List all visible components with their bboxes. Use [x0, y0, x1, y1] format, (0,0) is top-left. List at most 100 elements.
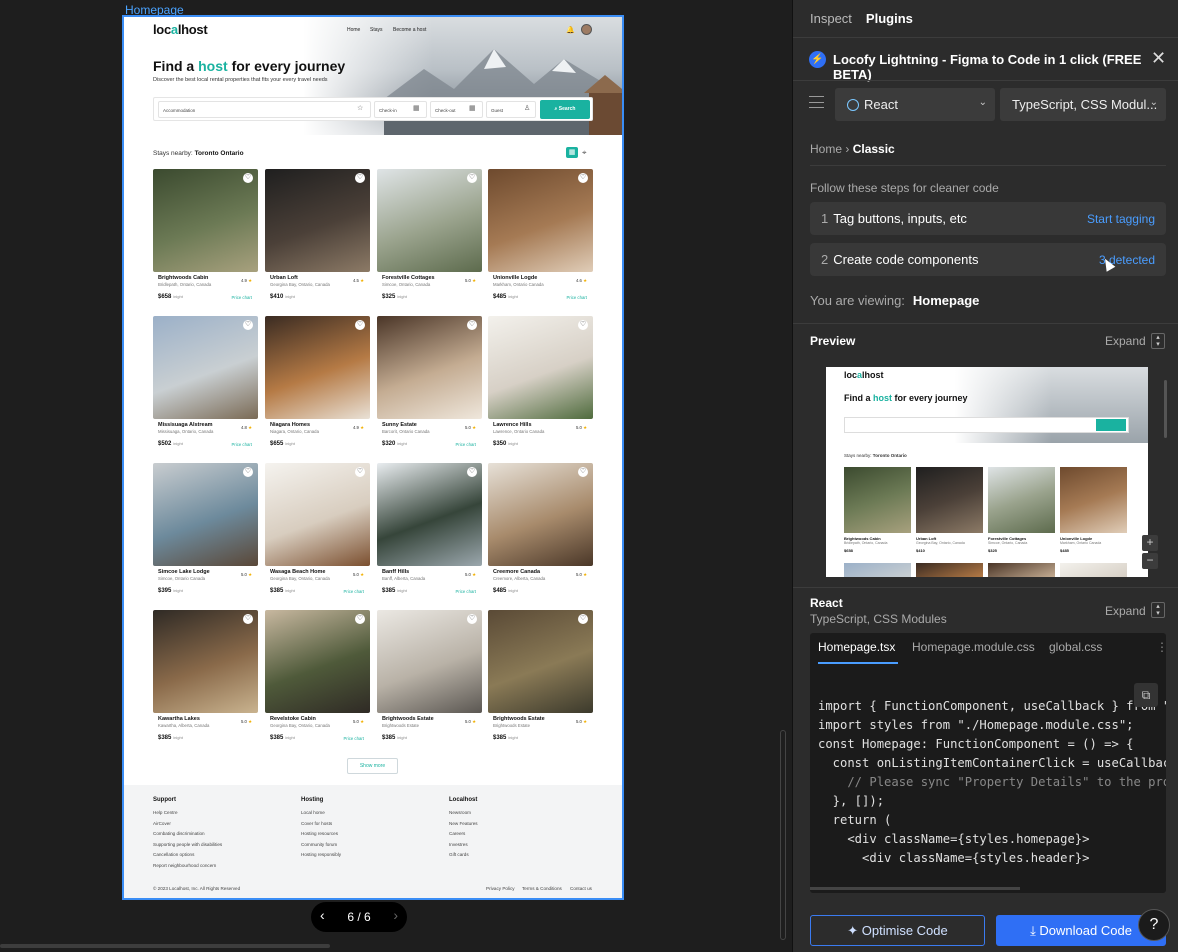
privacy-link[interactable]: Privacy Policy [486, 886, 515, 891]
price-chart-link[interactable]: Price chart [343, 736, 364, 741]
expand-code-button[interactable]: Expand [1105, 604, 1146, 618]
nav-home[interactable]: Home [347, 27, 360, 33]
next-page-icon[interactable]: › [393, 907, 398, 923]
listing-card[interactable]: ♡ Kawartha Lakes Kawartha, Alberta, Canada… [153, 610, 258, 747]
map-view-icon[interactable]: ⌖ [582, 148, 587, 158]
footer-link[interactable]: Hosting resources [301, 831, 338, 836]
homepage-frame[interactable]: localhost Home Stays Become a host 🔔 Fin… [122, 15, 624, 900]
price-chart-link[interactable]: Price chart [566, 295, 587, 300]
footer-link[interactable]: Careers [449, 831, 465, 836]
price-chart-link[interactable]: Price chart [231, 442, 252, 447]
zoom-out-icon[interactable]: − [1142, 553, 1158, 569]
tab-plugins[interactable]: Plugins [866, 11, 913, 26]
code-scrollbar[interactable] [810, 887, 1020, 890]
copy-icon[interactable]: ⧉ [1134, 683, 1158, 707]
code-tab-global-css[interactable]: global.css [1049, 640, 1102, 654]
contact-link[interactable]: Contact us [570, 886, 592, 891]
listing-card[interactable]: ♡ Urban Loft Georgina Bay, Ontario, Canada… [265, 169, 370, 306]
listing-card[interactable]: ♡ Simcoe Lake Lodge Simcoe, Ontario Canada… [153, 463, 258, 600]
footer-link[interactable]: New Features [449, 821, 478, 826]
footer-link[interactable]: Local home [301, 810, 325, 815]
heart-icon[interactable]: ♡ [467, 173, 477, 183]
price-chart-link[interactable]: Price chart [231, 295, 252, 300]
heart-icon[interactable]: ♡ [243, 467, 253, 477]
footer-link[interactable]: Newsroom [449, 810, 471, 815]
frame-label[interactable]: Homepage [125, 3, 184, 17]
heart-icon[interactable]: ♡ [355, 614, 365, 624]
heart-icon[interactable]: ♡ [578, 467, 588, 477]
site-logo[interactable]: localhost [153, 22, 208, 37]
heart-icon[interactable]: ♡ [355, 320, 365, 330]
listing-card[interactable]: ♡ Banff Hills Banff, Alberta, Canada 5.0 ★ $… [377, 463, 482, 600]
code-tab-tsx[interactable]: Homepage.tsx [818, 640, 895, 654]
close-icon[interactable]: ✕ [1151, 48, 1166, 69]
search-button[interactable]: ⌕ Search [540, 100, 590, 119]
updown-icon[interactable]: ▴ ▾ [1151, 602, 1165, 618]
tab-inspect[interactable]: Inspect [810, 11, 852, 26]
footer-link[interactable]: Cover for hosts [301, 821, 332, 826]
listing-card[interactable]: ♡ Unionville Logde Markham, Ontario Canada… [488, 169, 593, 306]
expand-preview-button[interactable]: Expand [1105, 334, 1146, 348]
terms-link[interactable]: Terms & Conditions [522, 886, 562, 891]
listing-card[interactable]: ♡ Missisuaga Alstream Missisuaga, Ontario,… [153, 316, 258, 453]
preview-thumbnail[interactable]: localhost Find a host for every journey … [826, 367, 1148, 577]
show-more-button[interactable]: Show more [347, 758, 398, 774]
bell-icon[interactable]: 🔔 [566, 26, 575, 34]
grid-view-icon[interactable]: ▦ [566, 147, 578, 158]
heart-icon[interactable]: ♡ [243, 614, 253, 624]
zoom-in-icon[interactable]: + [1142, 535, 1158, 551]
heart-icon[interactable]: ♡ [467, 467, 477, 477]
footer-link[interactable]: AirCover [153, 821, 171, 826]
footer-link[interactable]: Supporting people with disabilities [153, 842, 222, 847]
vertical-scrollbar[interactable] [780, 730, 786, 940]
footer-link[interactable]: Combating discrimination [153, 831, 205, 836]
heart-icon[interactable]: ♡ [467, 614, 477, 624]
listing-card[interactable]: ♡ Lawrence Hills Lawrence, Ontario Canada 5… [488, 316, 593, 453]
heart-icon[interactable]: ♡ [355, 173, 365, 183]
footer-link[interactable]: Report neighbourhood concern [153, 863, 216, 868]
updown-icon[interactable]: ▴ ▾ [1151, 333, 1165, 349]
language-select[interactable]: TypeScript, CSS Modul... ⌄ [1000, 88, 1166, 121]
accommodation-input[interactable]: Accommodation [158, 101, 371, 118]
more-options-icon[interactable]: ⋮ [1156, 640, 1166, 654]
framework-select[interactable]: React ⌄ [835, 88, 995, 121]
listing-card[interactable]: ♡ Brightwoods Estate Brightwoods Estate 5.0… [377, 610, 482, 747]
preview-scrollbar[interactable] [1164, 380, 1167, 438]
footer-link[interactable]: Help Centre [153, 810, 178, 815]
heart-icon[interactable]: ♡ [243, 320, 253, 330]
listing-card[interactable]: ♡ Brightwoods Cabin Bridlepath, Ontario, C… [153, 169, 258, 306]
listing-card[interactable]: ♡ Creemore Canada Creemore, Alberta, Canad… [488, 463, 593, 600]
price-chart-link[interactable]: Price chart [343, 589, 364, 594]
help-button[interactable]: ? [1138, 909, 1170, 941]
footer-link[interactable]: Community forum [301, 842, 337, 847]
horizontal-scrollbar[interactable] [0, 944, 330, 948]
heart-icon[interactable]: ♡ [355, 467, 365, 477]
footer-link[interactable]: Cancellation options [153, 852, 194, 857]
start-tagging-link[interactable]: Start tagging [1087, 212, 1155, 226]
nav-become-host[interactable]: Become a host [393, 27, 426, 33]
listing-card[interactable]: ♡ Revelstoke Cabin Georgina Bay, Ontario, … [265, 610, 370, 747]
heart-icon[interactable]: ♡ [578, 173, 588, 183]
price-chart-link[interactable]: Price chart [455, 442, 476, 447]
listing-card[interactable]: ♡ Brightwoods Estate Brightwoods Estate 5.0… [488, 610, 593, 747]
footer-link[interactable]: Investres [449, 842, 468, 847]
footer-link[interactable]: Hosting responsibly [301, 852, 341, 857]
footer-link[interactable]: Gift cards [449, 852, 469, 857]
listing-card[interactable]: ♡ Sunny Estate Barcorit, Ontario Canada 5.0… [377, 316, 482, 453]
avatar[interactable] [581, 24, 592, 35]
listing-price: $410 /night [270, 294, 295, 300]
heart-icon[interactable]: ♡ [578, 320, 588, 330]
price-chart-link[interactable]: Price chart [455, 589, 476, 594]
listing-card[interactable]: ♡ Niagara Homes Niagara, Ontario, Canada 4.… [265, 316, 370, 453]
breadcrumb-home[interactable]: Home [810, 142, 842, 156]
listing-card[interactable]: ♡ Wasaga Beach Home Georgina Bay, Ontario,… [265, 463, 370, 600]
menu-icon[interactable] [809, 96, 824, 108]
code-tab-module-css[interactable]: Homepage.module.css [912, 640, 1035, 654]
nav-stays[interactable]: Stays [370, 27, 383, 33]
optimise-code-button[interactable]: ✦ Optimise Code [810, 915, 985, 946]
listing-card[interactable]: ♡ Forestville Cottages Simcoe, Ontario, Ca… [377, 169, 482, 306]
heart-icon[interactable]: ♡ [243, 173, 253, 183]
code-viewer[interactable]: Homepage.tsx Homepage.module.css global.… [810, 633, 1166, 893]
heart-icon[interactable]: ♡ [467, 320, 477, 330]
heart-icon[interactable]: ♡ [578, 614, 588, 624]
